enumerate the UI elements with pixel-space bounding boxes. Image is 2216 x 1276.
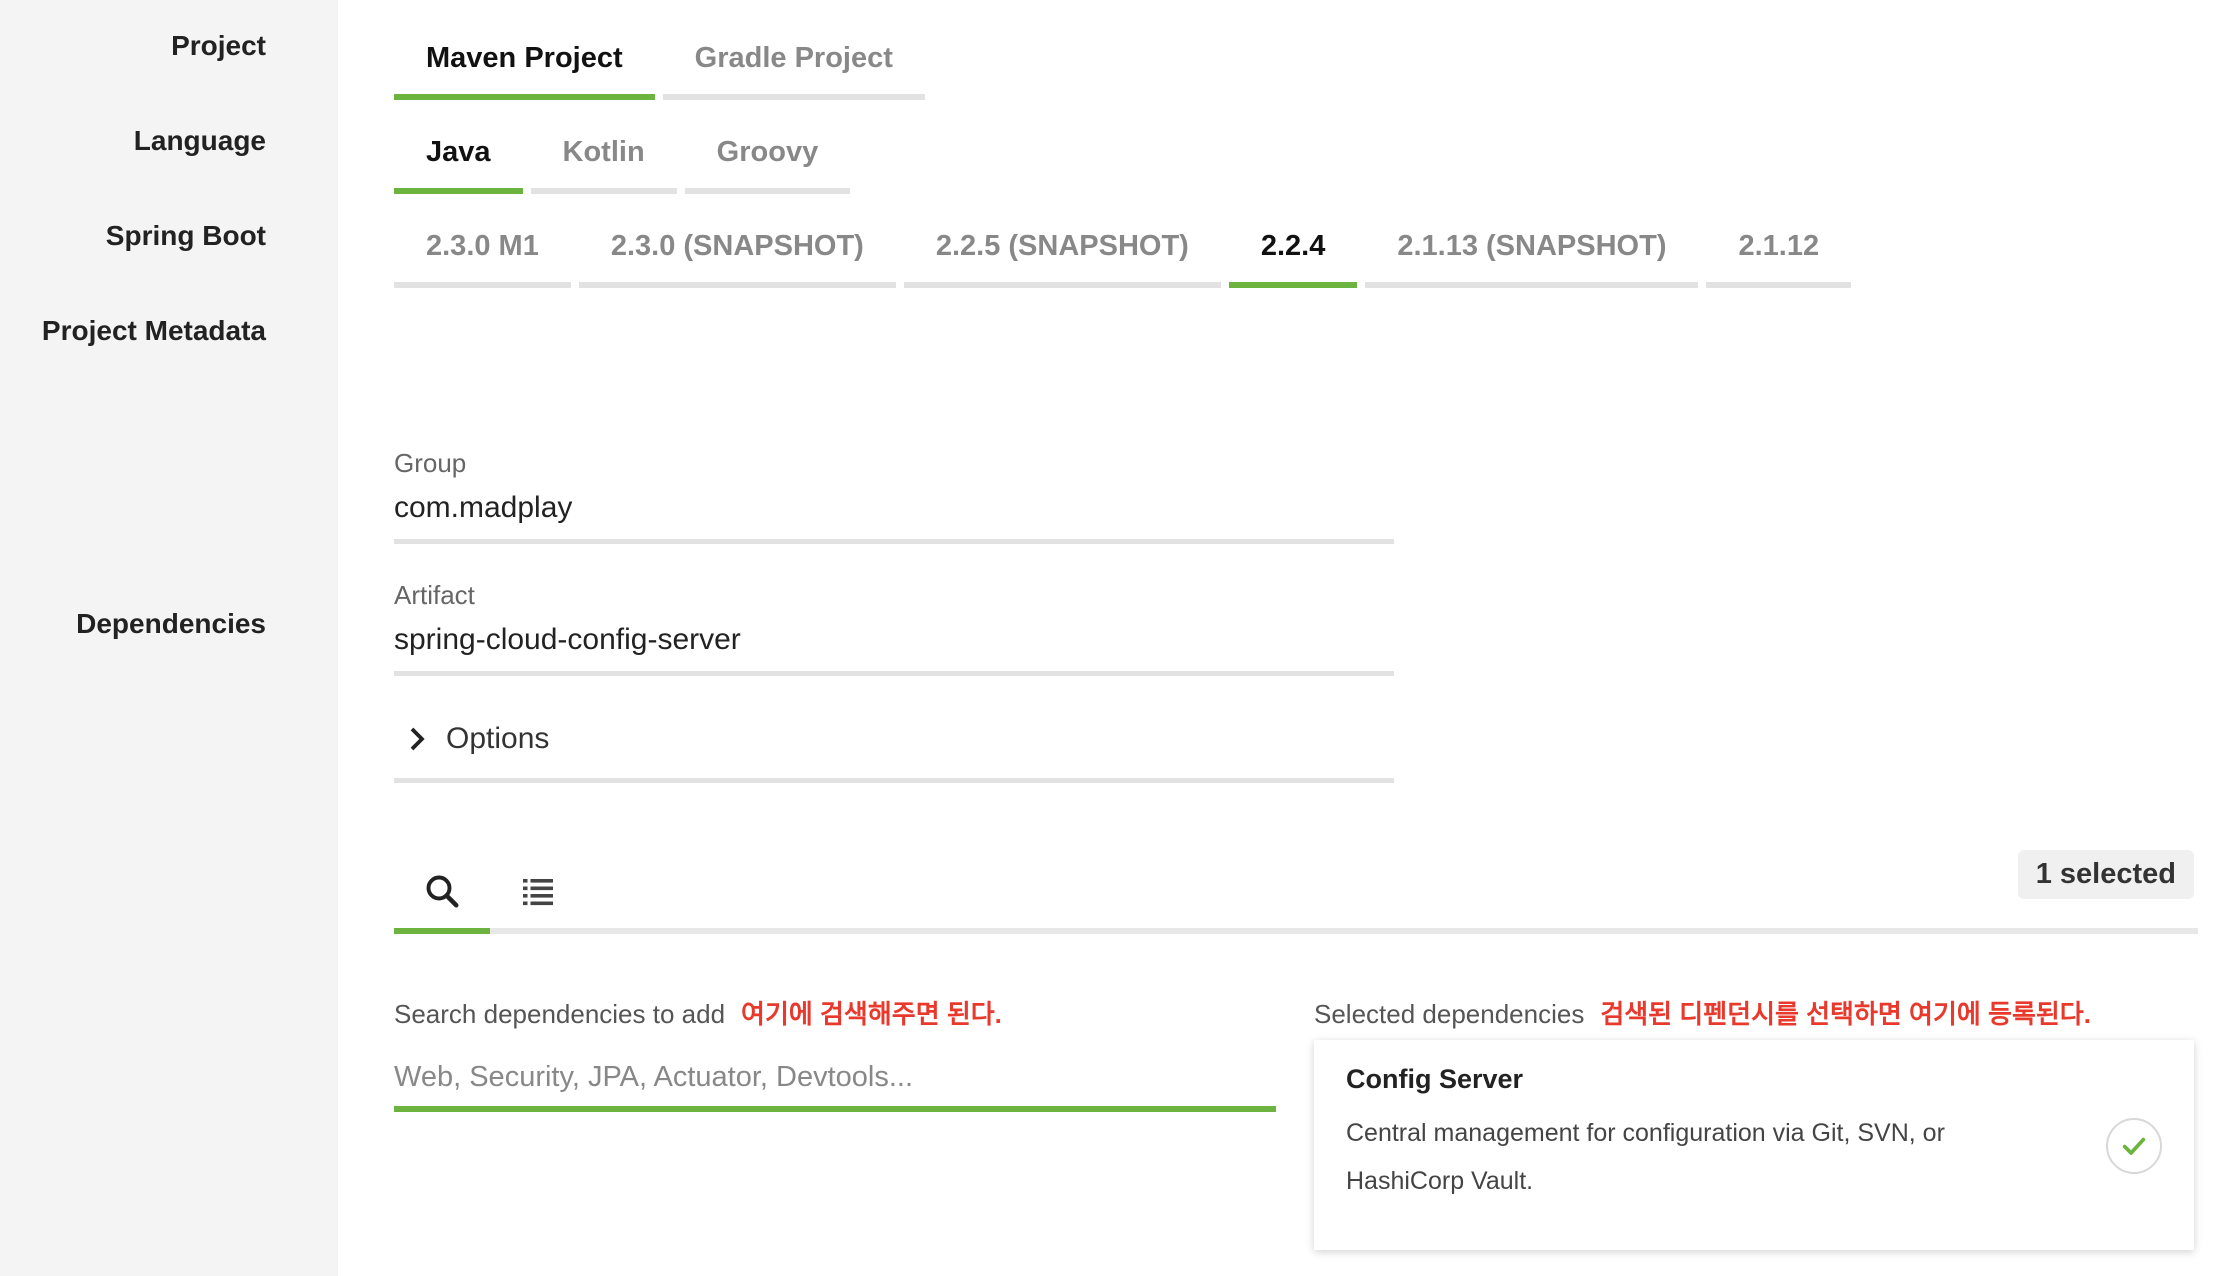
search-label-text: Search dependencies to add: [394, 999, 726, 1029]
search-dependencies-input[interactable]: [394, 1048, 1276, 1112]
list-icon: [523, 879, 553, 906]
dependency-title: Config Server: [1346, 1064, 1524, 1094]
options-label: Options: [446, 722, 550, 755]
sidebar: Project Language Spring Boot Project Met…: [0, 0, 338, 1276]
project-tabs: Maven Project Gradle Project: [394, 28, 933, 100]
selected-annotation: 검색된 디펜던시를 선택하면 여기에 등록된다.: [1600, 999, 2091, 1029]
tab-search-dependencies[interactable]: [394, 848, 490, 940]
tab-list-dependencies[interactable]: [490, 848, 586, 940]
group-label: Group: [394, 448, 467, 478]
check-icon: [2122, 1137, 2146, 1155]
tab-groovy[interactable]: Groovy: [684, 122, 851, 194]
label-project-metadata: Project Metadata: [41, 315, 266, 346]
remove-dependency-button[interactable]: [2106, 1118, 2162, 1174]
search-dependencies-label: Search dependencies to add 여기에 검색해주면 된다.: [394, 994, 1002, 1031]
artifact-field[interactable]: Artifact spring-cloud-config-server: [394, 580, 1394, 676]
label-language: Language: [133, 125, 266, 156]
dependency-description: Central management for configuration via…: [1346, 1119, 1945, 1195]
tab-boot-2-2-5-snapshot[interactable]: 2.2.5 (SNAPSHOT): [903, 216, 1221, 288]
dependency-tabs-divider: [394, 928, 2198, 934]
tab-maven-project[interactable]: Maven Project: [394, 28, 655, 100]
group-field[interactable]: Group com.madplay: [394, 448, 1394, 544]
artifact-input[interactable]: spring-cloud-config-server: [394, 611, 1394, 676]
search-icon: [426, 875, 459, 908]
search-annotation: 여기에 검색해주면 된다.: [741, 999, 1002, 1029]
language-tabs: Java Kotlin Groovy: [394, 122, 858, 194]
tab-boot-2-3-0-m1[interactable]: 2.3.0 M1: [394, 216, 571, 288]
options-toggle[interactable]: Options: [394, 700, 1394, 783]
tab-boot-2-1-12[interactable]: 2.1.12: [1706, 216, 1852, 288]
tab-gradle-project[interactable]: Gradle Project: [662, 28, 925, 100]
selected-label-text: Selected dependencies: [1314, 999, 1585, 1029]
selected-count-badge: 1 selected: [2017, 850, 2194, 899]
selected-dependency-card[interactable]: Config Server Central management for con…: [1314, 1040, 2194, 1250]
tab-kotlin[interactable]: Kotlin: [530, 122, 677, 194]
label-dependencies: Dependencies: [76, 608, 266, 639]
tab-java[interactable]: Java: [394, 122, 523, 194]
tab-boot-2-2-4[interactable]: 2.2.4: [1228, 216, 1358, 288]
tab-boot-2-1-13-snapshot[interactable]: 2.1.13 (SNAPSHOT): [1365, 216, 1699, 288]
dependency-tabs: [394, 848, 586, 940]
selected-dependencies-label: Selected dependencies 검색된 디펜던시를 선택하면 여기에 …: [1314, 994, 2091, 1031]
group-input[interactable]: com.madplay: [394, 479, 1394, 544]
spring-boot-tabs: 2.3.0 M1 2.3.0 (SNAPSHOT) 2.2.5 (SNAPSHO…: [394, 216, 1859, 288]
label-spring-boot: Spring Boot: [105, 220, 266, 251]
main-content: Maven Project Gradle Project Java Kotlin…: [338, 0, 2216, 1276]
label-project: Project: [171, 30, 266, 61]
artifact-label: Artifact: [394, 580, 475, 610]
chevron-right-icon: [410, 727, 425, 751]
tab-boot-2-3-0-snapshot[interactable]: 2.3.0 (SNAPSHOT): [578, 216, 896, 288]
